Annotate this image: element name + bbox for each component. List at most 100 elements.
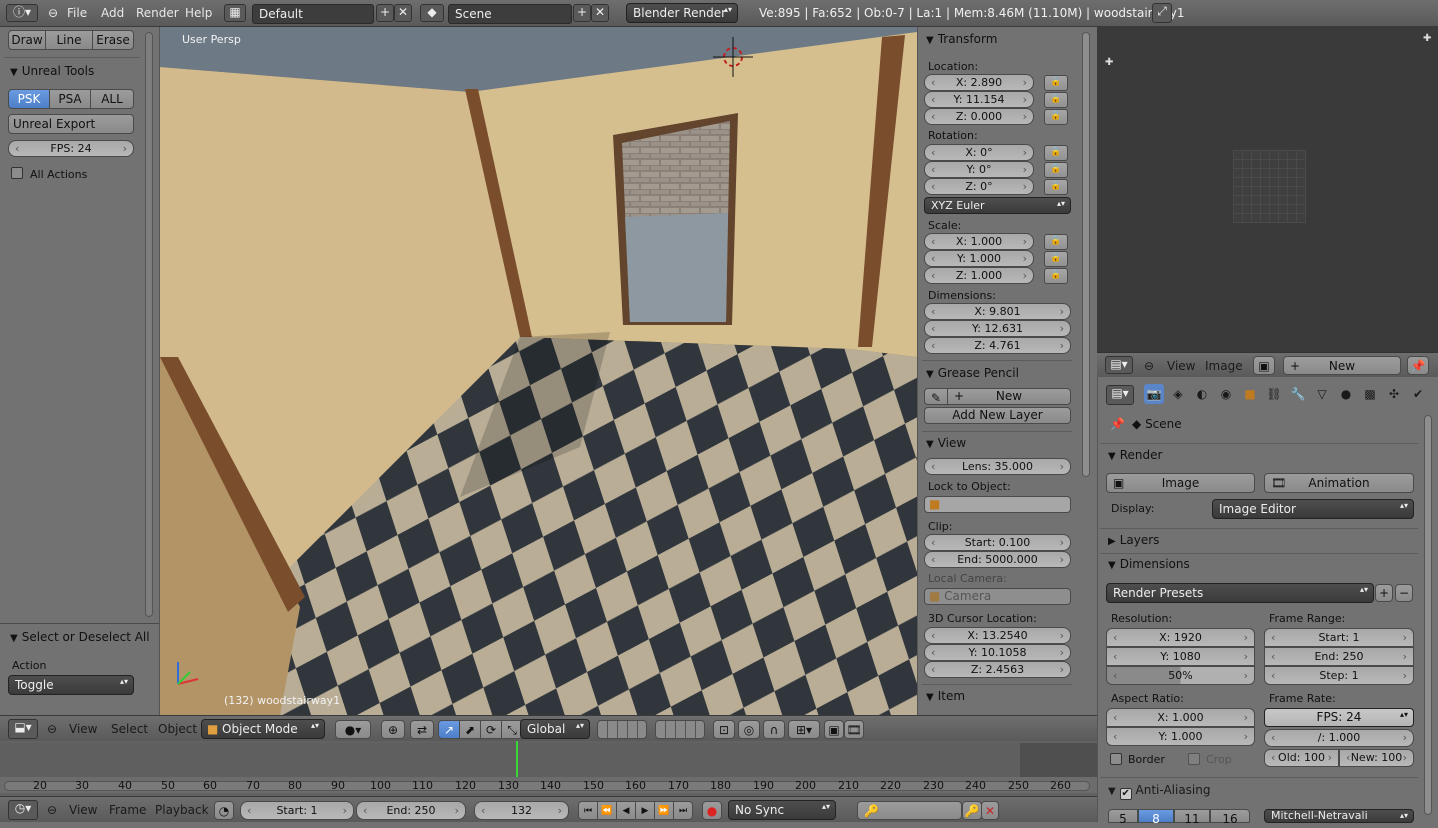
remove-scene-icon[interactable]: ✕ [591,4,609,22]
grease-new-button[interactable]: + New [947,388,1071,405]
menu-object[interactable]: Object [158,722,197,736]
layout-field[interactable]: Default [252,4,374,24]
rotation-y[interactable]: Y: 0° [924,161,1034,178]
location-x[interactable]: X: 2.890 [924,74,1034,91]
image-editor[interactable]: ✚ ✚ [1097,27,1438,352]
move-arrow-icon[interactable]: ⬈ [459,720,481,739]
lock-scale-x-icon[interactable]: 🔒 [1044,234,1068,250]
timeline-type-icon[interactable]: ◷▾ [8,800,38,820]
3d-viewport[interactable]: User Persp (132) woodstairway1 [160,27,917,715]
preview-range-icon[interactable]: ◔ [214,801,234,820]
item-header[interactable]: ▼ Item [926,689,965,703]
dimension-x[interactable]: X: 9.801 [924,303,1071,320]
manipulator-toggle-icon[interactable]: ⇄ [410,720,434,739]
clip-end[interactable]: End: 5000.000 [924,551,1071,568]
frame-step[interactable]: Step: 1 [1264,666,1414,685]
frame-rate-base[interactable]: /: 1.000 [1264,729,1414,747]
rotation-mode-select[interactable]: XYZ Euler [924,197,1071,214]
add-scene-icon[interactable]: + [573,4,591,22]
tab-modifiers-icon[interactable]: 🔧 [1288,384,1308,404]
resolution-y[interactable]: Y: 1080 [1106,647,1255,666]
timeline-track[interactable] [0,743,1097,777]
time-old[interactable]: Old: 100 [1264,749,1339,767]
lock-object-field[interactable]: ■ [924,496,1071,513]
new-image-button[interactable]: + New [1283,356,1401,375]
transform-header[interactable]: ▼ Transform [926,32,997,46]
location-y[interactable]: Y: 11.154 [924,91,1034,108]
render-panel-header[interactable]: ▼ Render [1108,448,1162,462]
operator-header[interactable]: ▼ Select or Deselect All [10,630,150,644]
properties-scrollbar[interactable] [1424,415,1432,815]
display-select[interactable]: Image Editor [1212,499,1414,519]
next-keyframe-icon[interactable]: ⏩ [654,801,674,820]
antialias-panel-header[interactable]: ▼ ✔ Anti-Aliasing [1108,783,1211,800]
tab-object-icon[interactable]: ■ [1240,384,1260,404]
tab-render-icon[interactable]: 📷 [1144,384,1164,404]
dimension-z[interactable]: Z: 4.761 [924,337,1071,354]
action-select[interactable]: Toggle [8,675,134,695]
fullscreen-icon[interactable]: ⤢ [1152,3,1172,23]
tab-particles-icon[interactable]: ✣ [1384,384,1404,404]
render-animation-icon[interactable]: 🎞 [844,720,864,739]
lock-location-y-icon[interactable]: 🔒 [1044,92,1068,108]
render-animation-button[interactable]: 🎞 Animation [1264,473,1414,493]
resolution-x[interactable]: X: 1920 [1106,628,1255,647]
timeline-menu-view[interactable]: View [69,803,97,817]
aa-filter-select[interactable]: Mitchell-Netravali [1264,809,1414,823]
tab-constraints-icon[interactable]: ⛓ [1264,384,1284,404]
split-corner-icon[interactable]: ✚ [1423,33,1431,44]
lock-scale-y-icon[interactable]: 🔒 [1044,251,1068,267]
grease-pencil-header[interactable]: ▼ Grease Pencil [926,366,1019,380]
collapse-menu-icon[interactable]: ⊖ [47,722,57,736]
cursor-z[interactable]: Z: 2.4563 [924,661,1071,678]
timeline[interactable]: 20 30 40 50 60 70 80 90 100 110 120 130 … [0,741,1097,796]
add-new-layer-button[interactable]: Add New Layer [924,407,1071,424]
timeline-end[interactable]: End: 250 [356,801,466,820]
all-button[interactable]: ALL [90,89,134,109]
time-new[interactable]: New: 100 [1339,749,1414,767]
pivot-icon[interactable]: ⊕ [381,720,405,739]
local-camera-field[interactable]: ■ Camera [924,588,1071,605]
cursor-y[interactable]: Y: 10.1058 [924,644,1071,661]
current-frame-line[interactable] [516,741,518,779]
image-menu-image[interactable]: Image [1205,359,1243,373]
psa-button[interactable]: PSA [49,89,91,109]
render-preview-icon[interactable]: ▣ [824,720,844,739]
play-icon[interactable]: ▶ [635,801,655,820]
split-corner-icon[interactable]: ✚ [1105,57,1113,68]
layers-grid-1-icon[interactable] [597,720,647,739]
proportional-edit-icon[interactable]: ◎ [738,720,760,739]
menu-view[interactable]: View [69,722,97,736]
menu-help[interactable]: Help [185,6,212,20]
unreal-export-button[interactable]: Unreal Export [8,114,134,134]
add-layout-icon[interactable]: + [376,4,394,22]
fps-field[interactable]: FPS: 24 [8,140,134,157]
lock-location-x-icon[interactable]: 🔒 [1044,75,1068,91]
all-actions-checkbox[interactable] [11,167,23,179]
scale-z[interactable]: Z: 1.000 [924,267,1034,284]
tab-scene-icon[interactable]: ◐ [1192,384,1212,404]
jump-start-icon[interactable]: ⏮ [578,801,598,820]
render-engine-select[interactable]: Blender Render [626,3,738,23]
grease-erase-button[interactable]: Erase [92,30,134,50]
tab-data-icon[interactable]: ▽ [1312,384,1332,404]
lock-rotation-y-icon[interactable]: 🔒 [1044,162,1068,178]
insert-keyframe-icon[interactable]: 🔑 [962,801,982,820]
remove-preset-icon[interactable]: − [1395,584,1413,602]
delete-keyframe-icon[interactable]: ✕ [981,801,999,820]
lock-rotation-x-icon[interactable]: 🔒 [1044,145,1068,161]
collapse-menu-icon[interactable]: ⊖ [48,6,58,20]
antialias-checkbox[interactable]: ✔ [1119,788,1132,800]
lock-scale-z-icon[interactable]: 🔒 [1044,268,1068,284]
scale-y[interactable]: Y: 1.000 [924,250,1034,267]
grease-draw-button[interactable]: Draw [8,30,46,50]
border-checkbox[interactable] [1110,753,1122,765]
collapse-menu-icon[interactable]: ⊖ [47,803,57,817]
pencil-icon[interactable]: ✎ [924,388,948,405]
render-presets-select[interactable]: Render Presets [1106,583,1374,603]
aa-samples-16[interactable]: 16 [1210,809,1250,826]
menu-select[interactable]: Select [111,722,148,736]
layers-grid-2-icon[interactable] [655,720,705,739]
info-editor-type-icon[interactable]: ⓘ▾ [6,4,38,22]
lens-field[interactable]: Lens: 35.000 [924,458,1071,475]
